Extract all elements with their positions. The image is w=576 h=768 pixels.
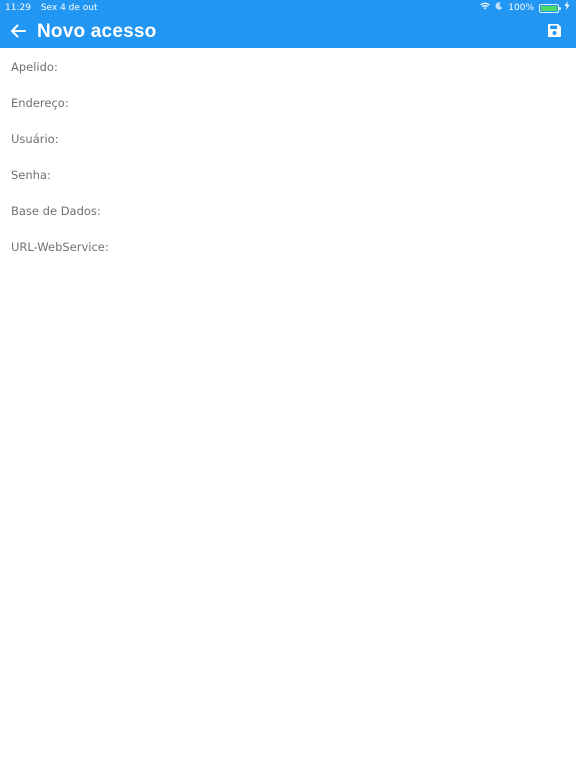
status-date: Sex 4 de out xyxy=(40,3,98,13)
field-base-de-dados: Base de Dados: xyxy=(0,192,576,228)
moon-icon xyxy=(495,0,503,16)
arrow-left-icon xyxy=(10,23,26,42)
field-senha: Senha: xyxy=(0,156,576,192)
battery-percent: 100% xyxy=(508,3,534,13)
save-icon xyxy=(547,23,562,42)
field-label: URL-WebService: xyxy=(11,240,109,254)
status-right: 100% xyxy=(480,0,570,16)
field-label: Base de Dados: xyxy=(11,204,101,218)
field-label: Apelido: xyxy=(11,60,58,74)
status-left: 11:29 Sex 4 de out xyxy=(5,0,98,16)
usuario-input[interactable] xyxy=(110,126,566,150)
wifi-icon xyxy=(480,0,490,16)
charging-icon xyxy=(564,0,570,16)
url-webservice-input[interactable] xyxy=(110,234,566,258)
endereco-input[interactable] xyxy=(110,90,566,114)
app-bar: Novo acesso xyxy=(0,16,576,48)
save-button[interactable] xyxy=(544,22,564,42)
apelido-input[interactable] xyxy=(110,54,566,78)
status-bar: 11:29 Sex 4 de out 100% xyxy=(0,0,576,16)
battery-icon xyxy=(539,3,561,13)
back-button[interactable] xyxy=(6,20,30,44)
field-url-webservice: URL-WebService: xyxy=(0,228,576,264)
field-label: Endereço: xyxy=(11,96,69,110)
base-de-dados-input[interactable] xyxy=(110,198,566,222)
field-label: Senha: xyxy=(11,168,51,182)
field-usuario: Usuário: xyxy=(0,120,576,156)
battery-tip xyxy=(559,6,561,10)
access-form: Apelido: Endereço: Usuário: Senha: Base … xyxy=(0,48,576,264)
field-apelido: Apelido: xyxy=(0,48,576,84)
senha-input[interactable] xyxy=(110,162,566,186)
page-title: Novo acesso xyxy=(37,21,157,42)
status-time: 11:29 xyxy=(5,3,31,13)
field-label: Usuário: xyxy=(11,132,59,146)
battery-fill xyxy=(541,5,557,11)
field-endereco: Endereço: xyxy=(0,84,576,120)
